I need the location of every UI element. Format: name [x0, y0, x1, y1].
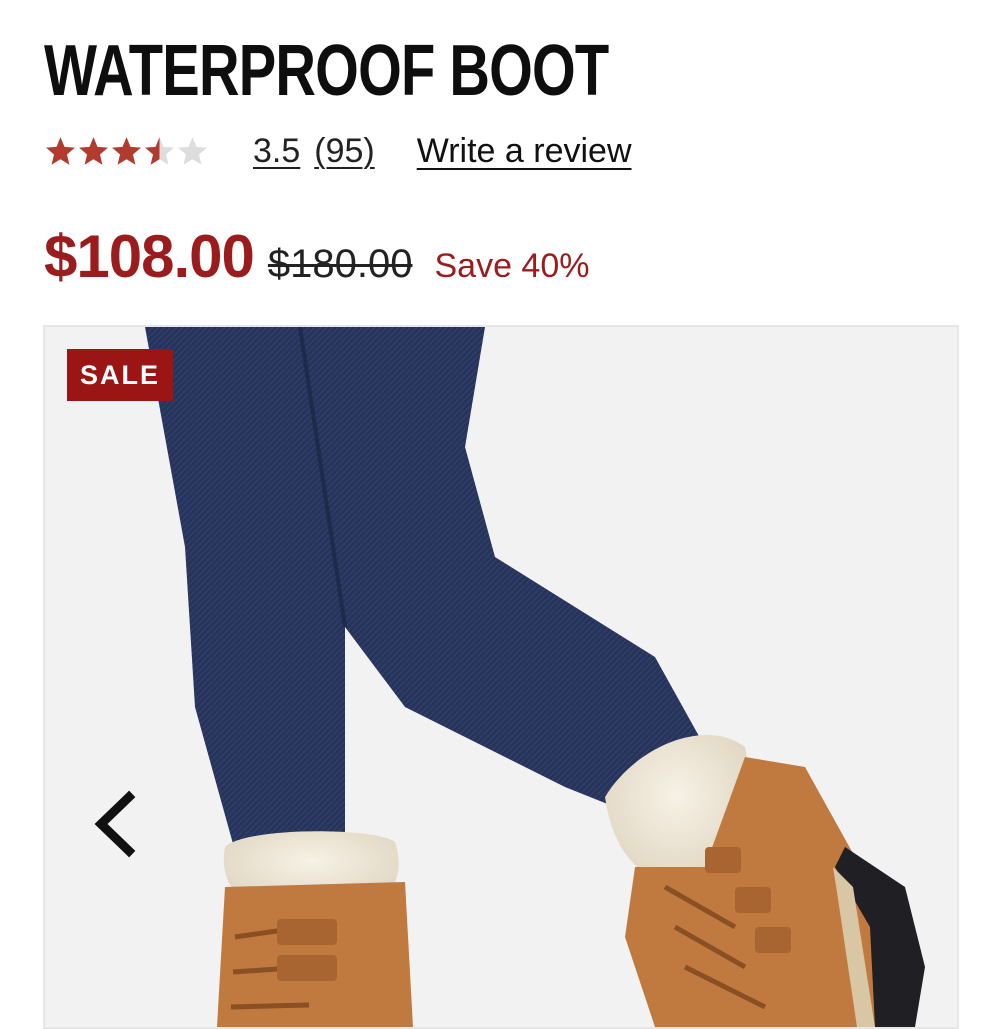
star-icon	[79, 136, 108, 165]
sale-price: $108.00	[44, 223, 255, 290]
original-price: $180.00	[267, 242, 413, 286]
product-image	[145, 327, 925, 1027]
savings-label: Save 40%	[434, 247, 590, 285]
product-title: WATERPROOF BOOT	[44, 31, 609, 111]
write-review-link[interactable]: Write a review	[417, 132, 632, 171]
rating-score-link[interactable]: 3.5	[253, 132, 300, 171]
review-count-link[interactable]: (95)	[314, 132, 374, 171]
product-image-gallery[interactable]: SALE	[43, 325, 959, 1029]
price-row: $108.00 $180.00 Save 40%	[44, 222, 589, 302]
star-icon	[46, 136, 75, 165]
star-rating[interactable]	[44, 135, 209, 168]
star-half-icon	[145, 136, 174, 165]
rating-row: 3.5 (95) Write a review	[44, 126, 632, 176]
sale-badge: SALE	[67, 349, 173, 401]
star-empty-icon	[178, 136, 207, 165]
chevron-left-icon[interactable]	[89, 789, 139, 859]
star-icon	[112, 136, 141, 165]
cut-off-top-text	[44, 0, 944, 10]
